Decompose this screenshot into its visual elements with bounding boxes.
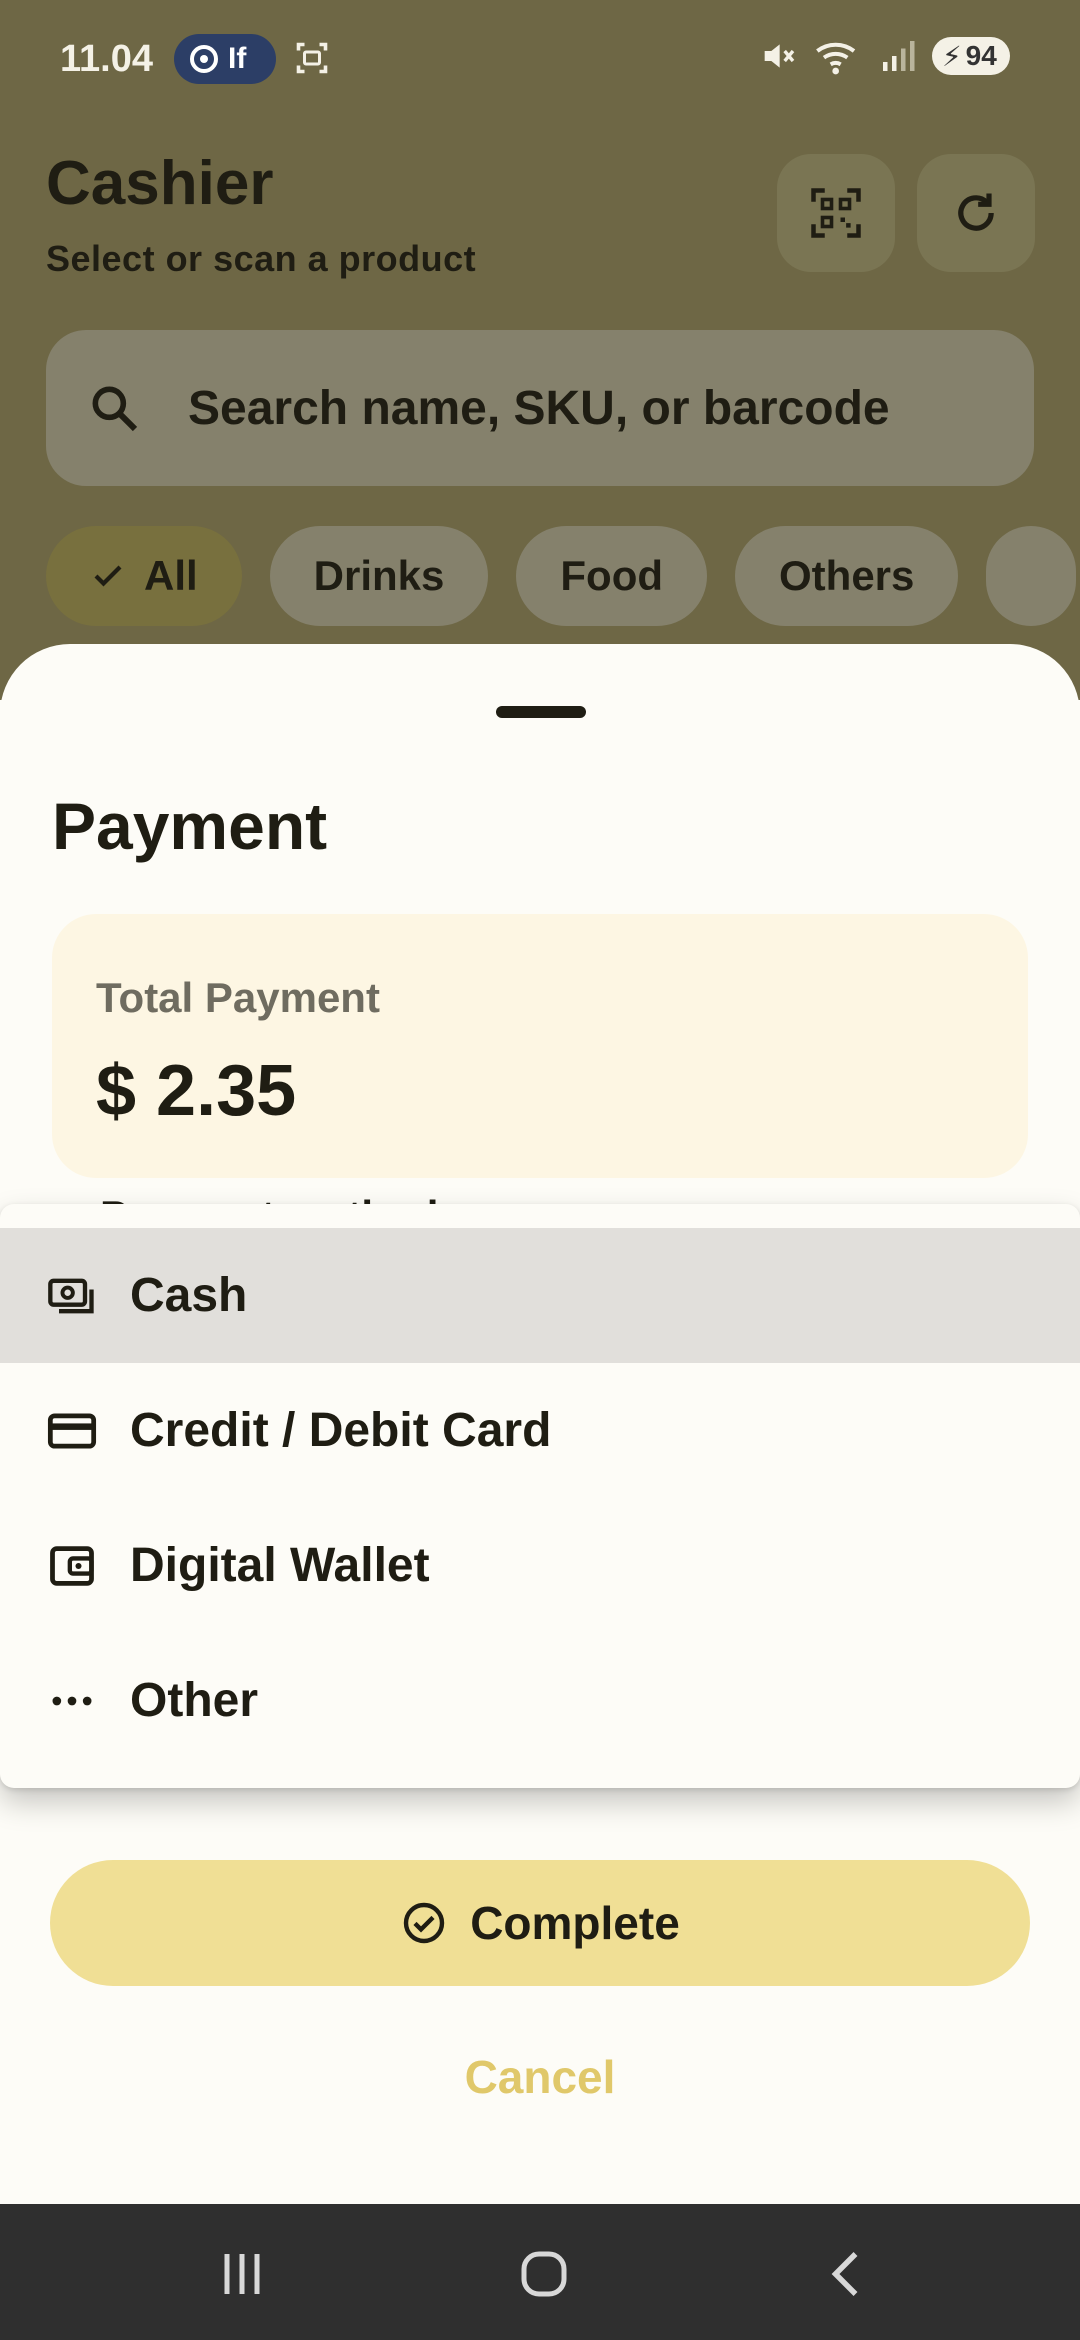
page-subtitle: Select or scan a product bbox=[46, 238, 477, 279]
home-icon[interactable] bbox=[514, 2244, 574, 2304]
status-indicator-pill: If bbox=[174, 34, 276, 84]
chip-label: Drinks bbox=[313, 552, 445, 599]
menu-item-label: Cash bbox=[130, 1269, 248, 1322]
status-bar: 11.04 If ⚡ 94 bbox=[0, 0, 1080, 120]
page-title: Cashier bbox=[46, 149, 274, 218]
status-time: 11.04 bbox=[60, 38, 153, 80]
screen: 11.04 If ⚡ 94 Cashier Select or scan a p… bbox=[0, 0, 1080, 2340]
cashier-background: 11.04 If ⚡ 94 Cashier Select or scan a p… bbox=[0, 0, 1080, 700]
menu-item-cash[interactable]: Cash bbox=[0, 1228, 1080, 1363]
drag-handle[interactable] bbox=[496, 706, 586, 718]
status-pill-label: If bbox=[228, 42, 247, 75]
chip-label: Food bbox=[560, 552, 664, 599]
search-field[interactable]: Search name, SKU, or barcode bbox=[46, 330, 1034, 486]
total-payment-label: Total Payment bbox=[96, 974, 380, 1021]
search-placeholder: Search name, SKU, or barcode bbox=[188, 381, 890, 435]
category-chip-drinks[interactable]: Drinks bbox=[269, 526, 489, 626]
total-payment-value: $ 2.35 bbox=[96, 1051, 297, 1131]
status-icons: ⚡ 94 bbox=[758, 36, 1010, 76]
complete-button[interactable]: Complete bbox=[50, 1860, 1030, 1986]
screenshot-icon bbox=[296, 42, 328, 74]
wifi-icon bbox=[816, 42, 856, 75]
category-chip-overflow[interactable] bbox=[986, 526, 1077, 626]
check-icon bbox=[94, 565, 122, 587]
scan-qr-button[interactable] bbox=[777, 154, 895, 272]
category-chips: All Drinks Food Others bbox=[46, 526, 1077, 626]
chip-label: Others bbox=[779, 552, 915, 599]
signal-icon bbox=[883, 41, 915, 71]
battery-indicator: ⚡ 94 bbox=[932, 37, 1010, 75]
payment-method-menu: Cash Credit / Debit Card Digital Wallet bbox=[0, 1204, 1080, 1788]
qr-scan-icon bbox=[811, 188, 861, 238]
category-chip-all[interactable]: All bbox=[46, 526, 242, 626]
category-chip-others[interactable]: Others bbox=[735, 526, 959, 626]
wallet-icon bbox=[50, 1545, 94, 1586]
refresh-icon bbox=[958, 193, 994, 231]
complete-button-label: Complete bbox=[470, 1897, 680, 1949]
total-payment-card: Total Payment $ 2.35 bbox=[52, 914, 1028, 1178]
menu-item-other[interactable]: Other bbox=[0, 1633, 1080, 1768]
check-circle-icon bbox=[404, 1902, 445, 1944]
menu-item-card[interactable]: Credit / Debit Card bbox=[0, 1363, 1080, 1498]
sheet-title: Payment bbox=[52, 789, 328, 863]
refresh-button[interactable] bbox=[917, 154, 1035, 272]
more-horiz-icon bbox=[52, 1696, 92, 1705]
charging-icon: ⚡ bbox=[942, 40, 962, 72]
cash-icon bbox=[48, 1278, 94, 1313]
menu-item-digital-wallet[interactable]: Digital Wallet bbox=[0, 1498, 1080, 1633]
record-icon bbox=[190, 45, 218, 73]
menu-item-label: Credit / Debit Card bbox=[130, 1404, 552, 1457]
menu-item-label: Digital Wallet bbox=[130, 1539, 430, 1592]
battery-level: 94 bbox=[965, 40, 997, 71]
menu-item-label: Other bbox=[130, 1674, 259, 1727]
mute-icon bbox=[764, 44, 795, 68]
system-nav-bar bbox=[0, 2204, 1080, 2340]
chip-label: All bbox=[144, 552, 198, 599]
category-chip-food[interactable]: Food bbox=[516, 526, 708, 626]
back-icon[interactable] bbox=[818, 2244, 878, 2304]
recent-apps-icon[interactable] bbox=[212, 2244, 272, 2304]
card-icon bbox=[47, 1412, 97, 1449]
cancel-button[interactable]: Cancel bbox=[0, 2050, 1080, 2104]
search-icon bbox=[92, 386, 138, 432]
